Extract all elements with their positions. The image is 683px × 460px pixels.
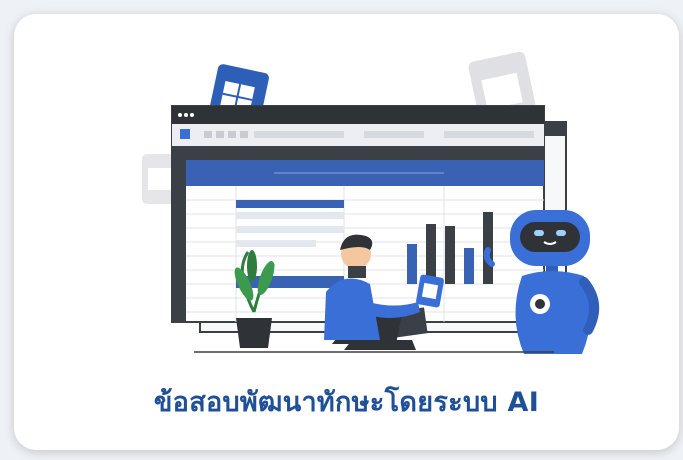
illustration-spreadsheet-ai (142, 51, 599, 354)
course-card[interactable]: ข้อสอบพัฒนาทักษะโดยระบบ AI (14, 14, 679, 450)
card-title: ข้อสอบพัฒนาทักษะโดยระบบ AI (153, 387, 540, 418)
